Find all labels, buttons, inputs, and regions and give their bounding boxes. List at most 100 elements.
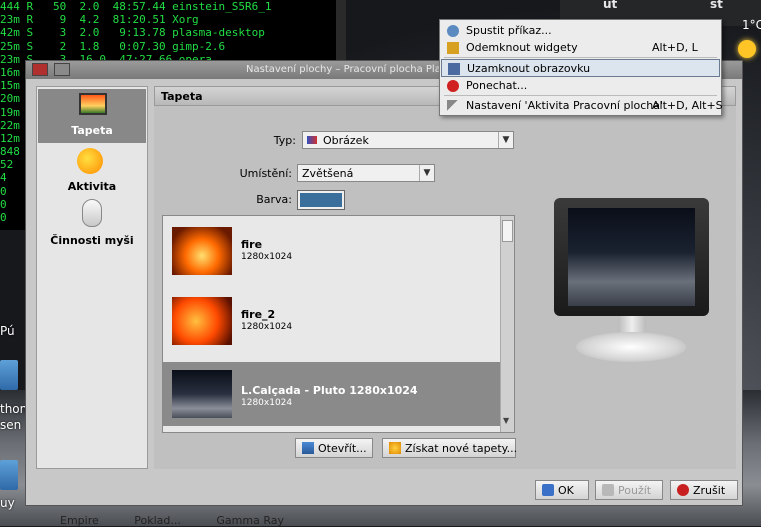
- menu-item-shortcut: Alt+D, L: [652, 41, 698, 54]
- menu-item-label: Spustit příkaz...: [466, 24, 552, 37]
- sidebar-item-label: Aktivita: [67, 180, 117, 193]
- settings-sidebar: Tapeta Aktivita Činnosti myši: [36, 86, 148, 469]
- color-label: Barva:: [256, 193, 292, 206]
- wallpaper-name: fire: [241, 238, 263, 251]
- type-select-value: Obrázek: [323, 134, 369, 147]
- type-label: Typ:: [273, 134, 296, 147]
- sidebar-item-label: Činnosti myši: [50, 234, 134, 247]
- wallpaper-size: 1280x1024: [241, 322, 293, 332]
- window-menu-button[interactable]: [32, 63, 48, 76]
- get-new-wallpapers-button[interactable]: Získat nové tapety...: [382, 438, 518, 458]
- color-picker-button[interactable]: [297, 190, 345, 210]
- apply-button[interactable]: Použít: [595, 480, 663, 500]
- menu-item-shortcut: Alt+D, Alt+S: [652, 99, 723, 112]
- wallpaper-thumbnail: [172, 370, 232, 418]
- folder-icon[interactable]: [0, 360, 18, 390]
- desktop-label: thon: [0, 402, 28, 416]
- open-button-label: Otevřít...: [318, 442, 367, 455]
- monitor-base: [576, 332, 686, 362]
- sidebar-item-tapeta[interactable]: Tapeta: [38, 89, 146, 143]
- menu-item-unlock-widgets[interactable]: Odemknout widgety Alt+D, L: [441, 39, 720, 57]
- chevron-down-icon[interactable]: ▼: [503, 416, 509, 425]
- position-label: Umístění:: [239, 167, 292, 180]
- menu-separator: [444, 57, 717, 58]
- sun-icon: [738, 40, 756, 58]
- power-icon: [447, 80, 459, 92]
- get-new-wallpapers-label: Získat nové tapety...: [405, 442, 518, 455]
- scrollbar-thumb[interactable]: [502, 220, 513, 242]
- wallpaper-name: fire_2: [241, 308, 276, 321]
- wallpaper-preview: [554, 198, 709, 366]
- preview-screen: [568, 208, 695, 306]
- wallpaper-size: 1280x1024: [241, 398, 293, 408]
- checkmark-icon: [542, 484, 554, 496]
- cancel-button[interactable]: Zrušit: [670, 480, 738, 500]
- terminal-line: 23m R 9 4.2 81:20.51 Xorg: [0, 13, 199, 27]
- menu-item-label: Uzamknout obrazovku: [467, 62, 591, 75]
- desktop-label: uy: [0, 496, 15, 510]
- chevron-down-icon: ▼: [498, 132, 513, 148]
- sidebar-item-label: Tapeta: [71, 124, 113, 137]
- terminal-line: 25m S 2 1.8 0:07.30 gimp-2.6: [0, 39, 226, 53]
- wallpaper-name: L.Calçada - Pluto 1280x1024: [241, 384, 418, 397]
- day-label: st: [710, 0, 723, 11]
- wallpaper-list-item-selected[interactable]: L.Calçada - Pluto 1280x1024 1280x1024: [163, 362, 500, 426]
- chevron-down-icon: ▼: [419, 165, 434, 181]
- section-title: Tapeta: [161, 90, 203, 103]
- menu-item-leave[interactable]: Ponechat...: [441, 77, 720, 95]
- open-button[interactable]: Otevřít...: [295, 438, 373, 458]
- desktop-context-menu: Spustit příkaz... Odemknout widgety Alt+…: [439, 19, 723, 116]
- menu-separator: [444, 95, 717, 96]
- desktop-icon-label[interactable]: Empire: [60, 514, 99, 527]
- wallpaper-list[interactable]: fire 1280x1024 fire_2 1280x1024 L.Calçad…: [162, 215, 515, 433]
- folder-open-icon: [302, 442, 314, 454]
- cancel-icon: [677, 484, 689, 496]
- wallpaper-thumbnail: [172, 227, 232, 275]
- folder-icon[interactable]: [0, 460, 18, 490]
- ok-button-label: OK: [558, 484, 574, 497]
- menu-item-label: Nastavení 'Aktivita Pracovní plocha': [466, 99, 664, 112]
- screen-lock-icon: [448, 63, 460, 75]
- image-icon: [307, 136, 317, 144]
- desktop-labels: Empire Poklad... Gamma Ray: [60, 514, 316, 527]
- type-select[interactable]: Obrázek ▼: [302, 131, 514, 149]
- temperature-label: 1°C: [742, 18, 761, 32]
- menu-item-activity-settings[interactable]: Nastavení 'Aktivita Pracovní plocha' Alt…: [441, 97, 723, 115]
- color-swatch: [300, 193, 342, 207]
- menu-item-run-command[interactable]: Spustit příkaz...: [441, 22, 720, 40]
- run-icon: [447, 25, 459, 37]
- wallpaper-list-item[interactable]: fire_2 1280x1024: [163, 286, 500, 350]
- wallpaper-list-item[interactable]: fire 1280x1024: [163, 216, 500, 280]
- checkmark-icon: [602, 484, 614, 496]
- settings-main-panel: Tapeta Typ: Obrázek ▼ Umístění: Zvětšená…: [154, 86, 736, 469]
- monitor-frame: [554, 198, 709, 316]
- desktop-label: Pú: [0, 324, 15, 338]
- terminal-line: 444 R 50 2.0 48:57.44 einstein_S5R6_1: [0, 0, 272, 13]
- window-sticky-button[interactable]: [54, 63, 70, 76]
- dialog-title: Nastavení plochy – Pracovní plocha Plasm…: [246, 64, 462, 75]
- desktop-settings-dialog: Nastavení plochy – Pracovní plocha Plasm…: [25, 60, 743, 506]
- ok-button[interactable]: OK: [535, 480, 589, 500]
- wallpaper-list-scrollbar[interactable]: ▼: [500, 216, 514, 432]
- desktop-icon-label[interactable]: Poklad...: [134, 514, 181, 527]
- position-select-value: Zvětšená: [302, 167, 354, 180]
- cancel-button-label: Zrušit: [693, 484, 726, 497]
- menu-item-label: Ponechat...: [466, 79, 528, 92]
- desktop-icon-label[interactable]: Gamma Ray: [216, 514, 284, 527]
- wallpaper-size: 1280x1024: [241, 252, 293, 262]
- wrench-icon: [447, 100, 459, 112]
- sidebar-item-mouse-actions[interactable]: Činnosti myši: [38, 199, 146, 253]
- apply-button-label: Použít: [618, 484, 652, 497]
- lock-icon: [447, 42, 459, 54]
- day-label: út: [603, 0, 618, 11]
- wallpaper-thumbnail: [172, 297, 232, 345]
- menu-item-lock-screen[interactable]: Uzamknout obrazovku: [441, 59, 720, 77]
- desktop-label: sen: [0, 418, 22, 432]
- sidebar-item-aktivita[interactable]: Aktivita: [38, 145, 146, 199]
- mouse-icon: [82, 199, 102, 227]
- wallpaper-icon: [79, 93, 107, 115]
- terminal-line: 42m S 3 2.0 9:13.78 plasma-desktop: [0, 26, 265, 40]
- menu-item-label: Odemknout widgety: [466, 41, 578, 54]
- position-select[interactable]: Zvětšená ▼: [297, 164, 435, 182]
- star-icon: [389, 442, 401, 454]
